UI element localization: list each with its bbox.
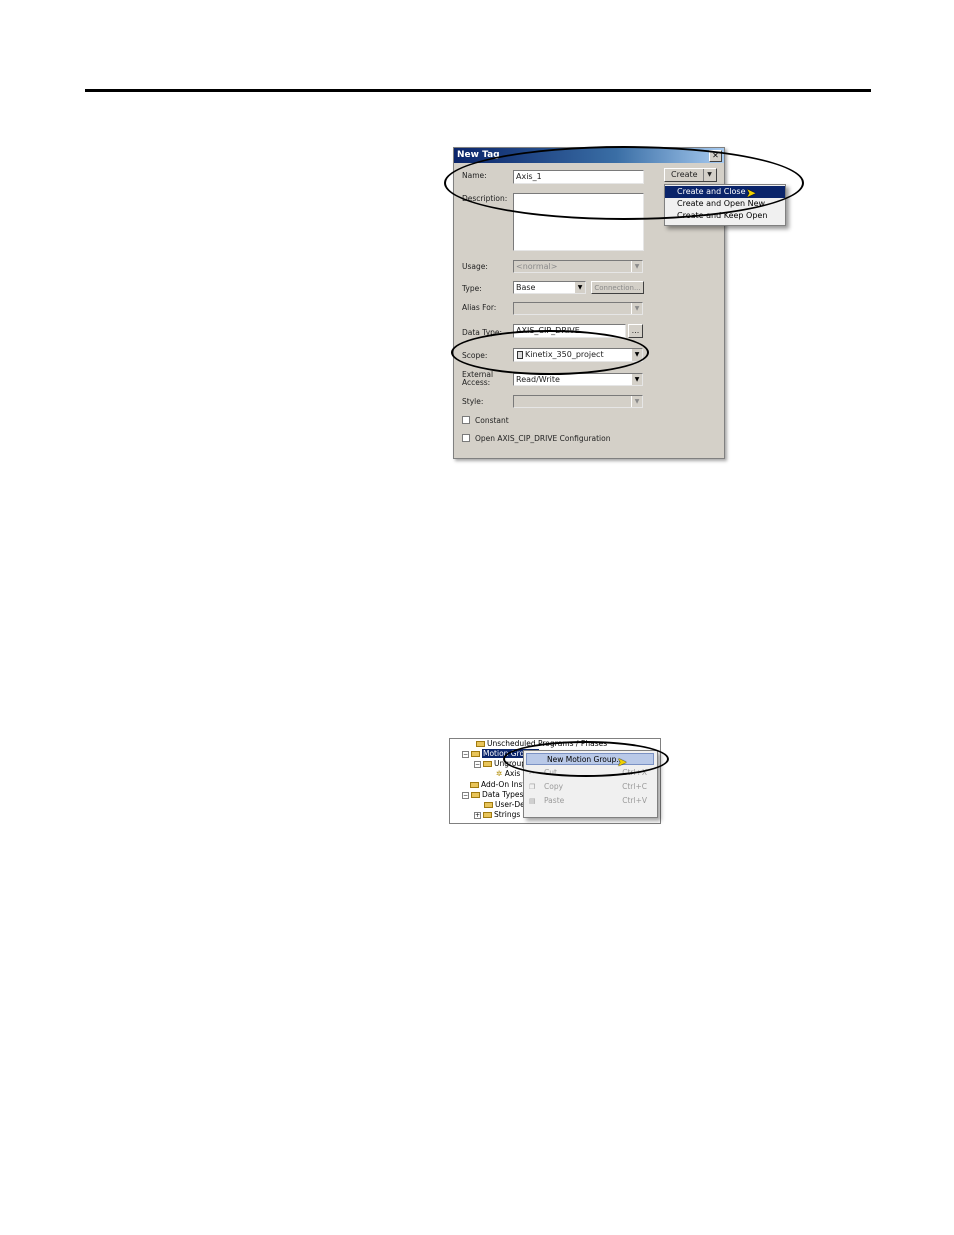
menu-item-label: Paste: [544, 796, 565, 805]
data-type-label: Data Type:: [462, 328, 503, 337]
paste-icon: ▤: [529, 797, 536, 805]
menu-item-create-and-keep-open[interactable]: Create and Keep Open: [665, 210, 785, 222]
tree-item-data-types[interactable]: − Data Types: [462, 790, 523, 800]
alias-for-label: Alias For:: [462, 303, 497, 312]
menu-item-label: New Motion Group...: [547, 755, 624, 764]
data-type-input[interactable]: AXIS_CIP_DRIVE: [513, 324, 626, 338]
create-button[interactable]: Create ▼: [664, 168, 717, 182]
menu-item-create-and-open-new[interactable]: Create and Open New: [665, 198, 785, 210]
menu-item-create-and-close[interactable]: Create and Close: [665, 186, 785, 198]
folder-icon: [476, 741, 485, 747]
menu-item-new-motion-group[interactable]: New Motion Group...: [526, 753, 654, 765]
mouse-pointer-icon: ➤: [617, 755, 628, 769]
tree-item-strings[interactable]: + Strings: [474, 810, 520, 820]
menu-item-label: Copy: [544, 782, 564, 791]
open-configuration-checkbox-label: Open AXIS_CIP_DRIVE Configuration: [475, 434, 611, 443]
scope-value: Kinetix_350_project: [525, 350, 604, 359]
chevron-down-icon[interactable]: ▼: [574, 282, 585, 293]
controller-icon: [517, 350, 523, 359]
expand-icon[interactable]: +: [474, 811, 481, 819]
open-configuration-checkbox[interactable]: [462, 434, 470, 442]
chevron-down-icon[interactable]: ▼: [631, 349, 642, 361]
folder-icon: [483, 812, 492, 818]
chevron-down-icon: ▼: [631, 261, 642, 272]
context-menu: New Motion Group... ✂ Cut Ctrl+X ❐ Copy …: [523, 750, 658, 818]
collapse-icon[interactable]: −: [474, 760, 481, 768]
style-select: ▼: [513, 395, 643, 408]
chevron-down-icon: ▼: [631, 396, 642, 407]
tree-item-axis[interactable]: ✲ Axis: [496, 769, 520, 779]
menu-item-label: Cut: [544, 768, 557, 777]
scope-label: Scope:: [462, 351, 488, 360]
external-access-select[interactable]: Read/Write ▼: [513, 373, 643, 386]
chevron-down-icon: ▼: [631, 303, 642, 314]
folder-icon: [470, 782, 479, 788]
chevron-down-icon[interactable]: ▼: [631, 374, 642, 385]
menu-item-cut: ✂ Cut Ctrl+X: [524, 767, 657, 779]
dialog-title: New Tag: [457, 150, 500, 160]
axis-icon: ✲: [496, 769, 503, 778]
menu-item-shortcut: Ctrl+V: [622, 796, 647, 805]
page-top-rule: [85, 89, 871, 92]
type-select[interactable]: Base ▼: [513, 281, 586, 294]
tree-item-label: Data Types: [482, 790, 524, 799]
usage-select: <normal> ▼: [513, 260, 643, 273]
constant-checkbox-label: Constant: [475, 416, 509, 425]
alias-for-select: ▼: [513, 302, 643, 315]
tree-item-label: Strings: [494, 810, 521, 819]
external-access-value: Read/Write: [516, 375, 560, 384]
menu-item-paste: ▤ Paste Ctrl+V: [524, 795, 657, 807]
data-type-browse-button[interactable]: ...: [628, 324, 643, 338]
usage-value: <normal>: [516, 262, 558, 271]
scissors-icon: ✂: [529, 769, 535, 777]
description-label: Description:: [462, 194, 508, 203]
scope-select[interactable]: Kinetix_350_project ▼: [513, 348, 643, 362]
type-label: Type:: [462, 284, 482, 293]
folder-icon: [471, 792, 480, 798]
collapse-icon[interactable]: −: [462, 791, 469, 799]
folder-icon: [483, 761, 492, 767]
style-label: Style:: [462, 397, 484, 406]
tree-item-label: Axis: [504, 769, 521, 778]
connection-button: Connection...: [591, 281, 644, 294]
chevron-down-icon[interactable]: ▼: [703, 169, 715, 181]
folder-icon: [484, 802, 493, 808]
create-dropdown-menu: Create and Close Create and Open New Cre…: [664, 184, 786, 226]
description-textarea[interactable]: [513, 193, 644, 251]
folder-icon: [471, 751, 480, 757]
copy-icon: ❐: [529, 783, 536, 791]
create-button-label: Create: [671, 170, 698, 179]
external-access-label-2: Access:: [462, 378, 491, 387]
dialog-titlebar[interactable]: New Tag ✕: [454, 148, 724, 163]
mouse-pointer-icon: ➤: [746, 186, 757, 200]
menu-item-copy: ❐ Copy Ctrl+C: [524, 781, 657, 793]
menu-item-shortcut: Ctrl+C: [622, 782, 647, 791]
type-value: Base: [516, 283, 536, 292]
tree-item-unscheduled[interactable]: Unscheduled Programs / Phases: [476, 739, 607, 749]
tree-item-label: Unscheduled Programs / Phases: [487, 739, 608, 748]
close-icon[interactable]: ✕: [709, 150, 722, 162]
name-label: Name:: [462, 171, 487, 180]
name-input[interactable]: Axis_1: [513, 170, 644, 184]
collapse-icon[interactable]: −: [462, 750, 469, 758]
usage-label: Usage:: [462, 262, 488, 271]
constant-checkbox[interactable]: [462, 416, 470, 424]
